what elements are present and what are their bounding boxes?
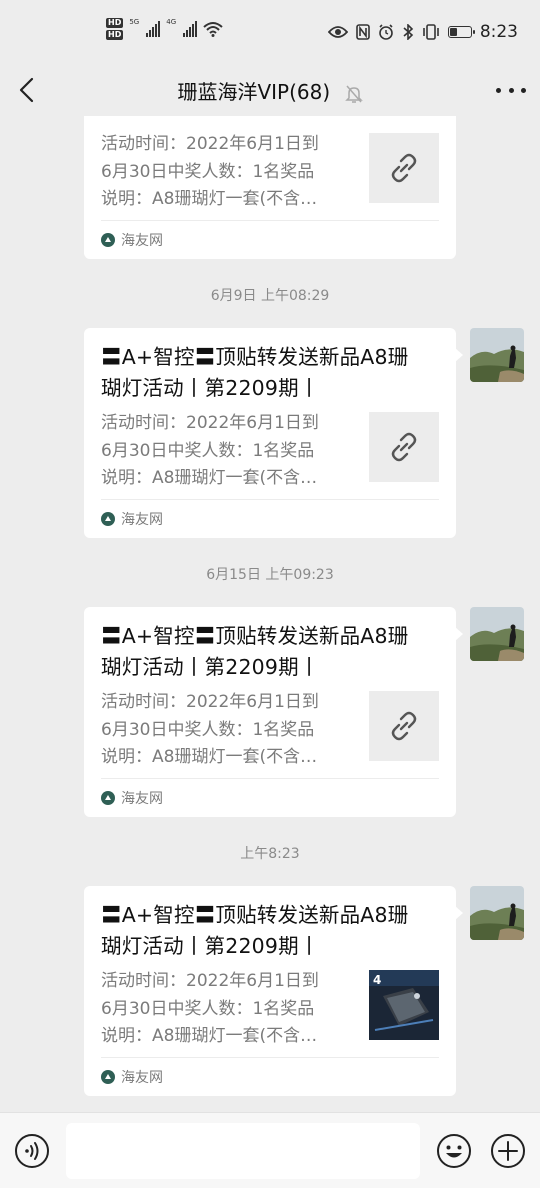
bluetooth-icon <box>403 24 413 40</box>
wifi-icon <box>203 22 223 37</box>
avatar[interactable] <box>470 607 524 661</box>
mute-bell-icon <box>344 85 363 103</box>
message-list[interactable]: 活动时间：2022年6月1日到 6月30日中奖人数：1名奖品 说明：A8珊瑚灯一… <box>0 116 540 1112</box>
network-type-2: 4G <box>166 18 177 26</box>
card-source: 海友网 <box>101 778 439 817</box>
link-icon <box>391 432 417 462</box>
card-description: 活动时间：2022年6月1日到 6月30日中奖人数：1名奖品 说明：A8珊瑚灯一… <box>101 413 319 488</box>
link-card-message[interactable]: 活动时间：2022年6月1日到 6月30日中奖人数：1名奖品 说明：A8珊瑚灯一… <box>84 116 456 259</box>
chat-header: 珊蓝海洋VIP(68) <box>0 64 540 116</box>
message-input[interactable] <box>66 1123 420 1179</box>
card-title: 〓A+智控〓顶贴转发送新品A8珊 瑚灯活动丨第2209期丨 <box>101 345 409 400</box>
signal-icon-1 <box>146 21 161 37</box>
source-logo-icon <box>101 1070 115 1084</box>
input-bar <box>0 1112 540 1188</box>
vibrate-icon <box>423 24 439 40</box>
voice-input-button[interactable] <box>14 1133 50 1169</box>
hd-badge-2: HD <box>106 30 124 40</box>
card-description: 活动时间：2022年6月1日到 6月30日中奖人数：1名奖品 说明：A8珊瑚灯一… <box>101 134 319 209</box>
network-indicators: HD HD 5G 4G <box>106 18 223 40</box>
card-source: 海友网 <box>101 1057 439 1096</box>
nfc-icon <box>356 24 370 40</box>
card-source: 海友网 <box>101 499 439 538</box>
card-title: 〓A+智控〓顶贴转发送新品A8珊 瑚灯活动丨第2209期丨 <box>101 624 409 679</box>
avatar[interactable] <box>470 328 524 382</box>
status-bar: HD HD 5G 4G 8:23 <box>0 0 540 64</box>
message-timestamp: 上午8:23 <box>240 846 300 862</box>
source-logo-icon <box>101 791 115 805</box>
alarm-icon <box>379 24 393 40</box>
message-timestamp: 6月15日 上午09:23 <box>206 567 334 583</box>
eye-icon <box>327 26 348 38</box>
link-card-message[interactable]: 〓A+智控〓顶贴转发送新品A8珊 瑚灯活动丨第2209期丨 活动时间：2022年… <box>84 607 463 817</box>
more-options-button[interactable] <box>496 78 526 102</box>
card-description: 活动时间：2022年6月1日到 6月30日中奖人数：1名奖品 说明：A8珊瑚灯一… <box>101 971 319 1046</box>
hd-badge-1: HD <box>106 18 124 28</box>
card-title: 〓A+智控〓顶贴转发送新品A8珊 瑚灯活动丨第2209期丨 <box>101 903 409 958</box>
card-thumbnail <box>369 133 439 203</box>
link-icon <box>391 153 417 183</box>
product-image: 4 <box>369 970 439 1040</box>
network-type-1: 5G <box>129 18 140 26</box>
card-thumbnail: 4 <box>369 970 439 1040</box>
battery-icon <box>447 26 475 38</box>
card-thumbnail <box>369 412 439 482</box>
emoji-button[interactable] <box>436 1133 472 1169</box>
avatar[interactable] <box>470 886 524 940</box>
link-icon <box>391 711 417 741</box>
chat-title: 珊蓝海洋VIP(68) <box>177 80 331 104</box>
link-card-message[interactable]: 〓A+智控〓顶贴转发送新品A8珊 瑚灯活动丨第2209期丨 活动时间：2022年… <box>84 328 463 538</box>
card-thumbnail <box>369 691 439 761</box>
card-description: 活动时间：2022年6月1日到 6月30日中奖人数：1名奖品 说明：A8珊瑚灯一… <box>101 692 319 767</box>
more-functions-button[interactable] <box>490 1133 526 1169</box>
status-time: 8:23 <box>479 22 518 42</box>
message-timestamp: 6月9日 上午08:29 <box>210 288 330 304</box>
source-logo-icon <box>101 233 115 247</box>
link-card-message[interactable]: 〓A+智控〓顶贴转发送新品A8珊 瑚灯活动丨第2209期丨 活动时间：2022年… <box>84 886 463 1096</box>
card-source: 海友网 <box>101 220 439 259</box>
product-image-label: 4 <box>373 973 381 987</box>
signal-icon-2 <box>183 21 198 37</box>
source-logo-icon <box>101 512 115 526</box>
